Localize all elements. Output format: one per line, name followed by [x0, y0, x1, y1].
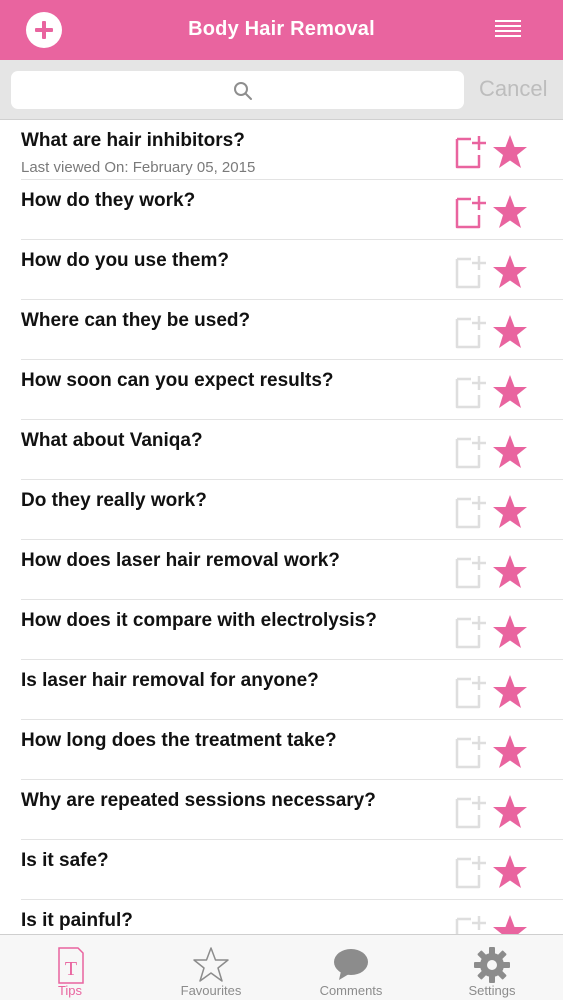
- favourite-star-icon[interactable]: [492, 254, 528, 290]
- tab-favourites[interactable]: Favourites: [141, 935, 281, 1001]
- add-note-icon[interactable]: [452, 554, 488, 590]
- favourite-star-icon[interactable]: [492, 914, 528, 934]
- list-item[interactable]: How do they work?: [21, 180, 563, 240]
- cancel-button[interactable]: Cancel: [479, 76, 547, 102]
- list-item[interactable]: How does laser hair removal work?: [21, 540, 563, 600]
- search-icon: [234, 82, 252, 100]
- favourite-star-icon[interactable]: [492, 194, 528, 230]
- tips-list: What are hair inhibitors? Last viewed On:…: [0, 120, 563, 934]
- list-item[interactable]: How soon can you expect results?: [21, 360, 563, 420]
- tab-label: Comments: [319, 983, 383, 998]
- list-item[interactable]: What are hair inhibitors? Last viewed On:…: [21, 120, 563, 180]
- list-item[interactable]: Is laser hair removal for anyone?: [21, 660, 563, 720]
- question-text: How long does the treatment take?: [21, 730, 337, 751]
- favourite-star-icon[interactable]: [492, 614, 528, 650]
- speech-bubble-icon: [334, 949, 368, 980]
- question-text: Is it painful?: [21, 910, 133, 931]
- tab-settings[interactable]: Settings: [422, 935, 562, 1001]
- question-text: What are hair inhibitors?: [21, 130, 245, 151]
- question-text: Do they really work?: [21, 490, 207, 511]
- tab-tips[interactable]: T Tips: [0, 935, 140, 1001]
- add-note-icon[interactable]: [452, 434, 488, 470]
- search-input[interactable]: [11, 71, 464, 109]
- gear-icon: [474, 947, 510, 983]
- favourite-star-icon[interactable]: [492, 734, 528, 770]
- tab-label: Tips: [57, 983, 83, 998]
- add-note-icon[interactable]: [452, 734, 488, 770]
- star-outline-icon: [193, 947, 229, 982]
- question-text: How does laser hair removal work?: [21, 550, 340, 571]
- list-item[interactable]: How do you use them?: [21, 240, 563, 300]
- favourite-star-icon[interactable]: [492, 434, 528, 470]
- tab-label: Settings: [468, 983, 516, 998]
- page-title: Body Hair Removal: [188, 18, 375, 40]
- question-text: Is laser hair removal for anyone?: [21, 670, 319, 691]
- favourite-star-icon[interactable]: [492, 134, 528, 170]
- list-item[interactable]: What about Vaniqa?: [21, 420, 563, 480]
- add-note-icon[interactable]: [452, 914, 488, 934]
- list-item[interactable]: Why are repeated sessions necessary?: [21, 780, 563, 840]
- tips-document-icon: T: [58, 947, 84, 984]
- add-note-icon[interactable]: [452, 254, 488, 290]
- list-item[interactable]: Where can they be used?: [21, 300, 563, 360]
- favourite-star-icon[interactable]: [492, 794, 528, 830]
- tab-comments[interactable]: Comments: [281, 935, 421, 1001]
- favourite-star-icon[interactable]: [492, 494, 528, 530]
- favourite-star-icon[interactable]: [492, 854, 528, 890]
- add-note-icon[interactable]: [452, 194, 488, 230]
- list-item[interactable]: How long does the treatment take?: [21, 720, 563, 780]
- tab-bar: T Tips Favourites Comments Settings: [0, 934, 563, 1000]
- add-note-icon[interactable]: [452, 614, 488, 650]
- question-text: How do they work?: [21, 190, 196, 211]
- tab-label: Favourites: [180, 983, 242, 998]
- favourite-star-icon[interactable]: [492, 314, 528, 350]
- list-item[interactable]: Do they really work?: [21, 480, 563, 540]
- add-note-icon[interactable]: [452, 494, 488, 530]
- list-item[interactable]: How does it compare with electrolysis?: [21, 600, 563, 660]
- last-viewed-label: Last viewed On: February 05, 2015: [21, 159, 256, 176]
- hamburger-menu-icon[interactable]: [495, 20, 521, 40]
- question-text: How do you use them?: [21, 250, 229, 271]
- add-note-icon[interactable]: [452, 854, 488, 890]
- add-note-icon[interactable]: [452, 134, 488, 170]
- favourite-star-icon[interactable]: [492, 554, 528, 590]
- question-text: Why are repeated sessions necessary?: [21, 790, 376, 811]
- add-note-icon[interactable]: [452, 374, 488, 410]
- nav-header: Body Hair Removal: [0, 0, 563, 60]
- list-item[interactable]: Is it safe?: [21, 840, 563, 900]
- question-text: How does it compare with electrolysis?: [21, 610, 377, 631]
- add-note-icon[interactable]: [452, 674, 488, 710]
- question-text: Where can they be used?: [21, 310, 251, 331]
- add-note-icon[interactable]: [452, 794, 488, 830]
- add-note-icon[interactable]: [452, 314, 488, 350]
- svg-text:T: T: [65, 958, 77, 980]
- search-bar: Cancel: [0, 60, 563, 120]
- list-item[interactable]: Is it painful?: [21, 900, 563, 934]
- question-text: What about Vaniqa?: [21, 430, 203, 451]
- favourite-star-icon[interactable]: [492, 374, 528, 410]
- favourite-star-icon[interactable]: [492, 674, 528, 710]
- question-text: How soon can you expect results?: [21, 370, 334, 391]
- question-text: Is it safe?: [21, 850, 109, 871]
